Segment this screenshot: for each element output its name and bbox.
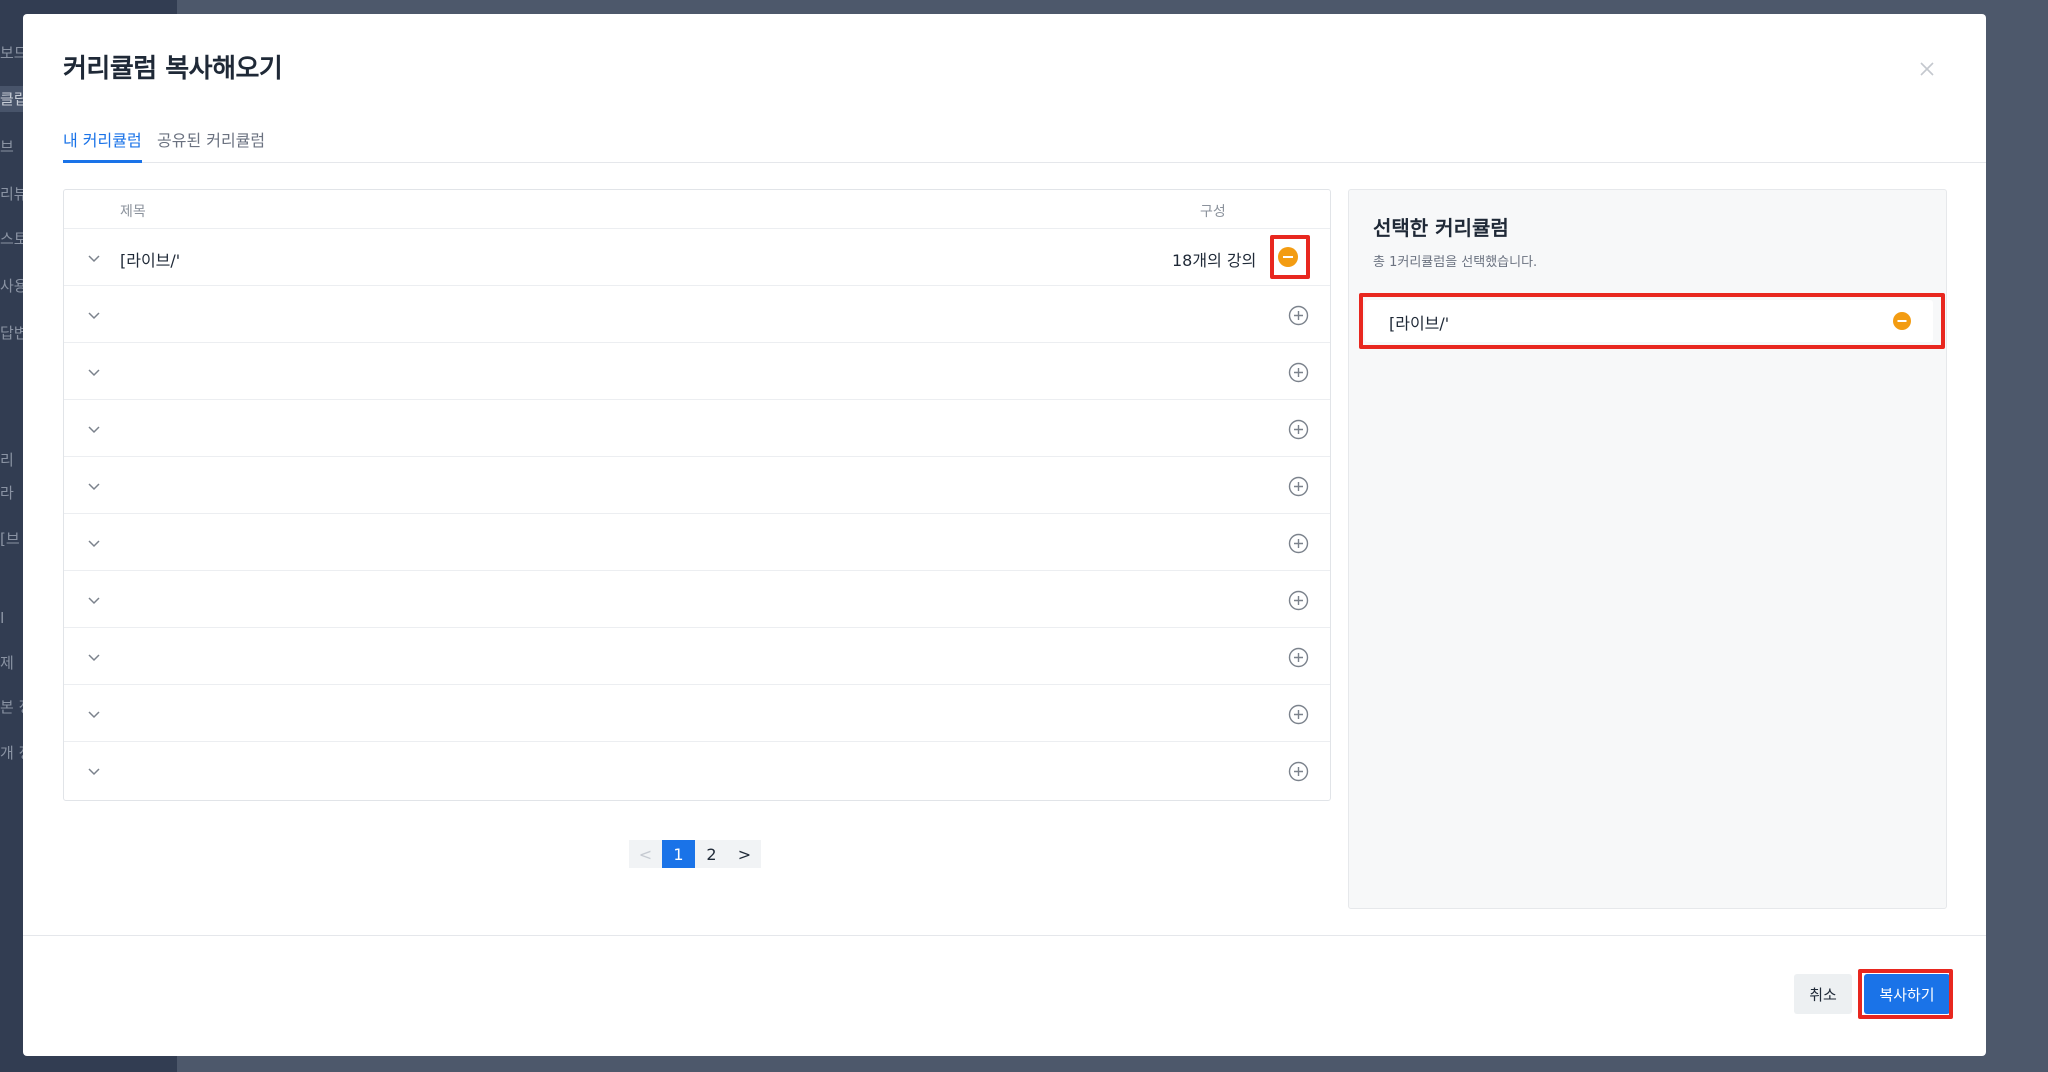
table-row[interactable] (64, 685, 1330, 742)
table-row[interactable] (64, 514, 1330, 571)
table-row[interactable] (64, 571, 1330, 628)
table-row[interactable] (64, 343, 1330, 400)
chevron-down-icon[interactable] (86, 763, 102, 779)
chevron-down-icon[interactable] (86, 706, 102, 722)
plus-circle-icon[interactable] (1288, 419, 1309, 440)
plus-circle-icon[interactable] (1288, 590, 1309, 611)
pagination-page[interactable]: 2 (695, 840, 728, 868)
tab-bar: 내 커리큘럼 공유된 커리큘럼 (63, 111, 1986, 163)
chevron-down-icon[interactable] (86, 649, 102, 665)
row-composition: 18개의 강의 (1172, 251, 1257, 270)
row-title: [라이브/' (120, 251, 181, 270)
selection-summary: 총 1커리큘럼을 선택했습니다. (1373, 255, 1538, 270)
pagination-prev[interactable]: < (629, 840, 662, 868)
chevron-down-icon[interactable] (86, 535, 102, 551)
chevron-down-icon[interactable] (86, 592, 102, 608)
table-row[interactable] (64, 628, 1330, 685)
chevron-down-icon[interactable] (86, 478, 102, 494)
table-row[interactable] (64, 742, 1330, 799)
plus-circle-icon[interactable] (1288, 305, 1309, 326)
plus-circle-icon[interactable] (1288, 761, 1309, 782)
table-header: 제목 구성 (64, 190, 1330, 229)
panel-title: 선택한 커리큘럼 (1373, 216, 1509, 240)
copy-curriculum-modal: 커리큘럼 복사해오기 내 커리큘럼 공유된 커리큘럼 제목 구성 [라이브/' … (23, 14, 1986, 1056)
pagination-page[interactable]: 1 (662, 840, 695, 868)
copy-button[interactable]: 복사하기 (1864, 974, 1950, 1014)
pagination-next[interactable]: > (728, 840, 761, 868)
chevron-down-icon[interactable] (86, 307, 102, 323)
selected-item: [라이브/' (1365, 300, 1933, 342)
plus-circle-icon[interactable] (1288, 476, 1309, 497)
curriculum-table: 제목 구성 [라이브/' 18개의 강의 (63, 189, 1331, 801)
plus-circle-icon[interactable] (1288, 362, 1309, 383)
pagination: < 1 2 > (629, 840, 761, 868)
modal-title: 커리큘럼 복사해오기 (63, 54, 283, 84)
table-row[interactable]: [라이브/' 18개의 강의 (64, 229, 1330, 286)
minus-circle-icon[interactable] (1276, 245, 1300, 269)
tab-my-curriculum[interactable]: 내 커리큘럼 (63, 127, 142, 163)
selected-curriculum-panel: 선택한 커리큘럼 총 1커리큘럼을 선택했습니다. [라이브/' (1348, 189, 1947, 909)
tab-shared-curriculum[interactable]: 공유된 커리큘럼 (157, 127, 265, 163)
column-header-composition: 구성 (1200, 204, 1226, 220)
column-header-title: 제목 (120, 204, 146, 220)
table-row[interactable] (64, 286, 1330, 343)
plus-circle-icon[interactable] (1288, 647, 1309, 668)
chevron-down-icon[interactable] (86, 421, 102, 437)
footer-divider (23, 935, 1986, 936)
plus-circle-icon[interactable] (1288, 533, 1309, 554)
selected-item-title: [라이브/' (1389, 314, 1450, 333)
plus-circle-icon[interactable] (1288, 704, 1309, 725)
minus-circle-icon[interactable] (1892, 311, 1912, 331)
table-row[interactable] (64, 400, 1330, 457)
close-icon[interactable] (1916, 58, 1938, 80)
chevron-down-icon[interactable] (86, 364, 102, 380)
table-row[interactable] (64, 457, 1330, 514)
cancel-button[interactable]: 취소 (1794, 974, 1852, 1014)
chevron-down-icon[interactable] (86, 250, 102, 266)
